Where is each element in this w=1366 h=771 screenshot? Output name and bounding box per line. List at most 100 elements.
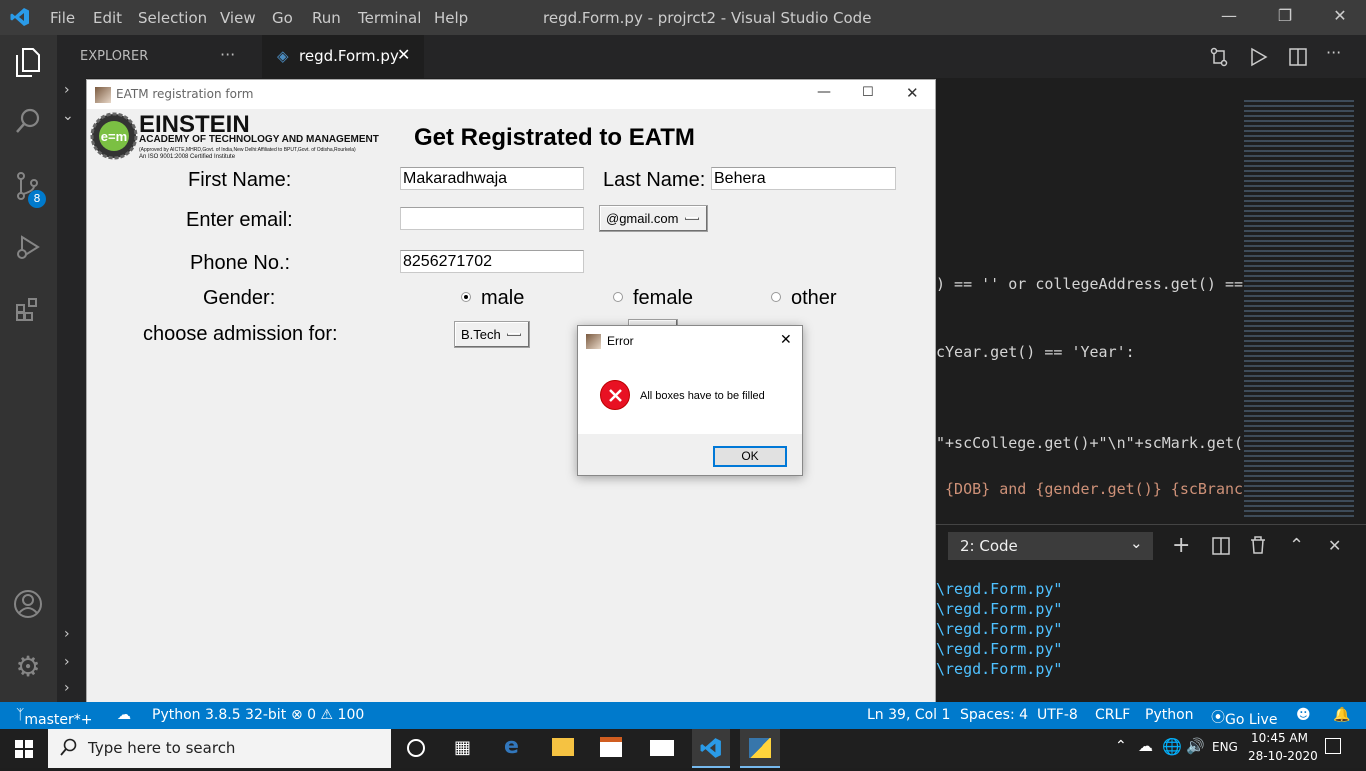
gender-other-radio[interactable] (771, 292, 781, 302)
split-editor-icon[interactable] (1288, 47, 1308, 71)
dialog-title: Error (607, 334, 634, 348)
run-debug-icon[interactable] (12, 233, 44, 265)
file-explorer-icon[interactable] (552, 738, 574, 756)
network-icon[interactable]: ☁ (1138, 737, 1153, 755)
minimize-icon[interactable]: — (817, 84, 831, 100)
chevron-right-icon[interactable]: › (64, 680, 70, 696)
chevron-right-icon[interactable]: › (64, 626, 70, 642)
language-indicator[interactable]: ENG (1212, 740, 1238, 754)
search-icon[interactable] (12, 107, 44, 139)
menu-selection[interactable]: Selection (138, 9, 207, 27)
eol-status[interactable]: CRLF (1095, 707, 1130, 723)
task-view-circle-icon[interactable] (407, 739, 425, 757)
dialog-close-icon[interactable]: ✕ (780, 332, 792, 348)
chevron-right-icon[interactable]: › (64, 82, 70, 98)
close-icon[interactable]: ✕ (1325, 6, 1355, 25)
maximize-icon[interactable]: ☐ (862, 85, 874, 100)
mail-icon[interactable] (650, 740, 674, 756)
edge-icon[interactable]: e (504, 734, 519, 759)
run-file-icon[interactable] (1250, 47, 1268, 71)
task-view-icon[interactable]: ▦ (454, 737, 471, 758)
menu-terminal[interactable]: Terminal (358, 9, 421, 27)
vscode-taskbar-icon[interactable] (692, 729, 730, 768)
chevron-right-icon[interactable]: › (64, 654, 70, 670)
explorer-more-icon[interactable]: ··· (220, 45, 235, 64)
taskbar-search[interactable]: Type here to search (48, 729, 391, 768)
extensions-icon[interactable] (12, 295, 44, 327)
clock-date[interactable]: 28-10-2020 (1248, 749, 1318, 763)
admission-menu[interactable]: B.Tech (454, 321, 530, 348)
error-icon (600, 380, 630, 410)
gender-female-radio[interactable] (613, 292, 623, 302)
settings-gear-icon[interactable]: ⚙ (12, 651, 44, 683)
indentation-status[interactable]: Spaces: 4 (960, 707, 1028, 723)
compare-changes-icon[interactable] (1209, 47, 1229, 71)
volume-icon[interactable]: 🔊 (1186, 737, 1205, 755)
action-center-icon[interactable] (1325, 738, 1341, 754)
account-icon[interactable] (12, 589, 44, 621)
tab-close-icon[interactable]: ✕ (397, 45, 410, 64)
code-line: ) == '' or collegeAddress.get() == (936, 275, 1244, 293)
menu-help[interactable]: Help (434, 9, 468, 27)
admission-label: choose admission for: (143, 323, 338, 345)
maximize-panel-icon[interactable]: ⌃ (1289, 535, 1304, 556)
windows-start-icon[interactable] (15, 740, 33, 762)
notifications-bell-icon[interactable]: 🔔 (1333, 707, 1350, 723)
python-interpreter[interactable]: Python 3.8.5 32-bit (152, 707, 286, 723)
sync-icon[interactable]: ☁ (117, 707, 131, 723)
email-domain-menu[interactable]: @gmail.com (599, 205, 708, 232)
menu-run[interactable]: Run (312, 9, 341, 27)
college-logo: e=m EINSTEIN ACADEMY OF TECHNOLOGY AND M… (90, 111, 390, 164)
gender-other-label[interactable]: other (791, 287, 837, 310)
menu-edit[interactable]: Edit (93, 9, 122, 27)
first-name-label: First Name: (188, 169, 292, 191)
minimize-icon[interactable]: — (1214, 6, 1244, 25)
menu-go[interactable]: Go (272, 9, 293, 27)
close-icon[interactable]: ✕ (906, 84, 919, 102)
branch-status[interactable]: ᛉ master*+ (16, 707, 93, 728)
restore-icon[interactable]: ❐ (1270, 6, 1300, 25)
split-terminal-icon[interactable] (1212, 537, 1230, 559)
language-mode[interactable]: Python (1145, 707, 1194, 723)
feedback-icon[interactable]: ☻ (1296, 707, 1311, 723)
app-icon (95, 87, 111, 103)
menu-view[interactable]: View (220, 9, 256, 27)
dialog-app-icon (586, 334, 601, 349)
chevron-down-icon[interactable]: ⌄ (62, 108, 74, 124)
minimap[interactable] (1244, 100, 1354, 520)
ok-button[interactable]: OK (713, 446, 787, 467)
new-terminal-icon[interactable]: + (1172, 533, 1190, 558)
close-panel-icon[interactable]: ✕ (1328, 536, 1341, 555)
svg-text:e=m: e=m (101, 129, 127, 144)
source-control-badge: 8 (28, 190, 46, 208)
show-hidden-icons[interactable]: ⌃ (1115, 738, 1127, 754)
email-input[interactable] (400, 207, 584, 230)
go-live-button[interactable]: ⦿ Go Live (1211, 707, 1277, 728)
globe-icon[interactable]: 🌐 (1162, 737, 1182, 756)
search-icon (60, 738, 78, 760)
phone-input[interactable]: 8256271702 (400, 250, 584, 273)
cursor-position[interactable]: Ln 39, Col 1 (867, 707, 950, 723)
menu-indicator-icon (507, 333, 521, 336)
problems-status[interactable]: ⊗ 0 ⚠ 100 (291, 707, 364, 723)
error-dialog: Error ✕ All boxes have to be filled OK (577, 325, 803, 476)
gender-label: Gender: (203, 287, 276, 309)
clock-time[interactable]: 10:45 AM (1251, 731, 1308, 745)
gender-male-label[interactable]: male (481, 287, 524, 310)
trash-icon[interactable] (1250, 536, 1266, 558)
terminal-select[interactable]: 2: Code ⌄ (948, 532, 1153, 560)
encoding-status[interactable]: UTF-8 (1037, 707, 1078, 723)
last-name-input[interactable]: Behera (711, 167, 896, 190)
status-bar: ᛉ master*+ ☁ Python 3.8.5 32-bit ⊗ 0 ⚠ 1… (0, 702, 1366, 729)
gender-male-radio[interactable] (461, 292, 471, 302)
menu-file[interactable]: File (50, 9, 75, 27)
go-live-label: Go Live (1225, 712, 1278, 728)
more-actions-icon[interactable]: ··· (1326, 43, 1341, 62)
files-icon[interactable] (12, 47, 44, 79)
gender-female-label[interactable]: female (633, 287, 693, 310)
tab-regd-form-py[interactable]: ◈ regd.Form.py ✕ (262, 35, 424, 78)
last-name-label: Last Name: (603, 169, 706, 191)
python-taskbar-icon[interactable] (740, 729, 780, 768)
store-icon[interactable] (600, 737, 622, 757)
first-name-input[interactable]: Makaradhwaja (400, 167, 584, 190)
